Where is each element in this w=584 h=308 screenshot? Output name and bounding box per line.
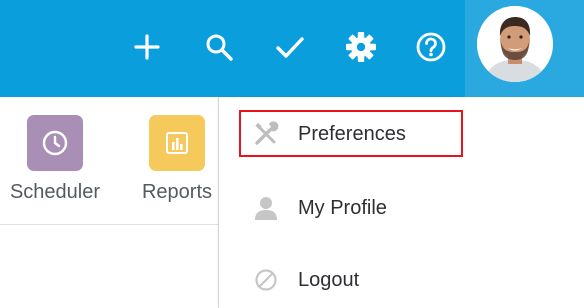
check-icon[interactable] xyxy=(272,29,308,65)
divider xyxy=(0,224,219,225)
top-navigation-bar xyxy=(0,0,584,97)
user-avatar[interactable] xyxy=(477,6,553,82)
app-reports[interactable]: Reports xyxy=(127,115,227,204)
menu-label-logout: Logout xyxy=(298,268,360,291)
search-icon[interactable] xyxy=(201,29,237,65)
app-launcher-panel: Scheduler Reports xyxy=(0,97,219,308)
clock-icon xyxy=(27,115,83,171)
app-scheduler[interactable]: Scheduler xyxy=(5,115,105,204)
highlight-box xyxy=(239,110,463,157)
plus-icon[interactable] xyxy=(129,29,165,65)
app-label-scheduler: Scheduler xyxy=(9,181,101,203)
menu-item-logout[interactable]: Logout xyxy=(219,252,584,308)
app-label-reports: Reports xyxy=(141,181,213,203)
menu-item-my-profile[interactable]: My Profile xyxy=(219,180,584,236)
menu-label-my-profile: My Profile xyxy=(298,196,387,219)
bar-chart-icon xyxy=(149,115,205,171)
help-icon[interactable] xyxy=(413,29,449,65)
person-icon xyxy=(253,195,279,221)
gear-icon[interactable] xyxy=(343,29,379,65)
block-icon xyxy=(253,267,279,293)
